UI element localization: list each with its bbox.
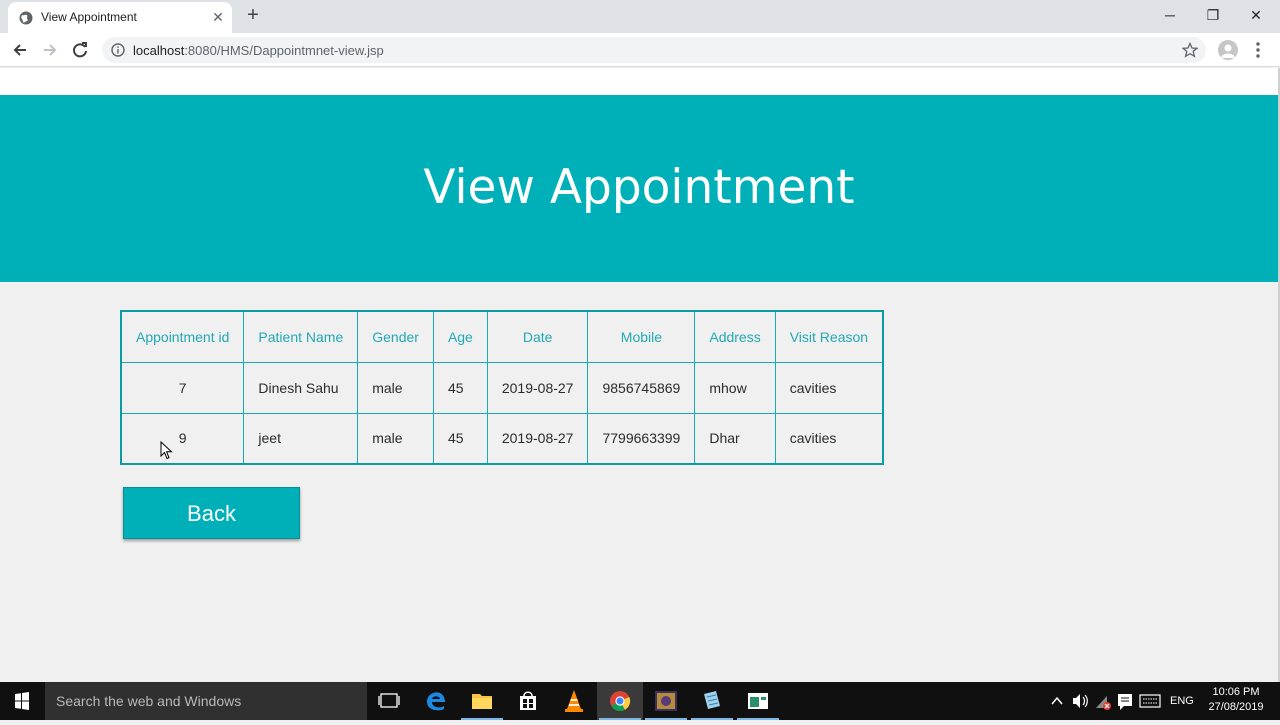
- taskbar-search-placeholder: Search the web and Windows: [56, 693, 242, 709]
- appointments-table: Appointment id Patient Name Gender Age D…: [120, 310, 885, 465]
- url-host: localhost: [133, 43, 185, 58]
- url-text: localhost:8080/HMS/Dappointmnet-view.jsp: [133, 43, 384, 58]
- tab-title: View Appointment: [41, 10, 137, 24]
- forward-arrow-icon[interactable]: [39, 39, 61, 61]
- vlc-app[interactable]: [551, 682, 597, 720]
- cell-appointment-id: 9: [120, 412, 245, 465]
- volume-icon[interactable]: [1070, 682, 1090, 720]
- keyboard-icon[interactable]: [1138, 682, 1162, 720]
- window-app[interactable]: [735, 682, 781, 720]
- page-title: View Appointment: [423, 160, 855, 215]
- table-header-row: Appointment id Patient Name Gender Age D…: [120, 310, 884, 363]
- cell-mobile: 7799663399: [587, 412, 696, 465]
- cell-date: 2019-08-27: [486, 361, 589, 414]
- window-app-icon: [748, 693, 768, 709]
- back-button[interactable]: Back: [123, 487, 300, 539]
- browser-menu-icon[interactable]: [1252, 41, 1264, 59]
- table-row: 9 jeet male 45 2019-08-27 7799663399 Dha…: [120, 412, 884, 465]
- edge-browser-icon[interactable]: [413, 682, 459, 720]
- cell-gender: male: [357, 361, 434, 414]
- browser-tab[interactable]: View Appointment ✕: [8, 2, 232, 33]
- cell-address: Dhar: [694, 412, 776, 465]
- column-header: Patient Name: [243, 310, 359, 363]
- network-status-icon[interactable]: [1093, 682, 1113, 720]
- globe-icon: [19, 11, 33, 25]
- windows-taskbar: Search the web and Windows ENG 10:06 PM …: [0, 682, 1280, 720]
- vlc-cone-icon: [565, 690, 583, 712]
- taskbar-clock[interactable]: 10:06 PM 27/08/2019: [1200, 685, 1272, 715]
- cell-address: mhow: [694, 361, 776, 414]
- tray-chevron-up-icon[interactable]: [1048, 682, 1066, 720]
- chrome-app[interactable]: [597, 682, 643, 720]
- back-arrow-icon[interactable]: [9, 39, 31, 61]
- notes-app-icon: [704, 691, 720, 709]
- table-row: 7 Dinesh Sahu male 45 2019-08-27 9856745…: [120, 361, 884, 414]
- chrome-icon: [610, 691, 631, 712]
- url-path: :8080/HMS/Dappointmnet-view.jsp: [184, 43, 384, 58]
- column-header: Gender: [357, 310, 434, 363]
- clock-time: 10:06 PM: [1212, 686, 1260, 698]
- reload-icon[interactable]: [69, 39, 91, 61]
- info-icon[interactable]: [111, 43, 125, 57]
- column-header: Address: [694, 310, 776, 363]
- close-tab-icon[interactable]: ✕: [210, 9, 226, 25]
- store-icon[interactable]: [505, 682, 551, 720]
- browser-tab-strip: View Appointment ✕ + ─ ❐ ✕: [0, 0, 1280, 33]
- top-strip: [0, 68, 1278, 95]
- cell-visit-reason: cavities: [774, 361, 884, 414]
- restore-icon[interactable]: ❐: [1201, 4, 1225, 26]
- language-indicator[interactable]: ENG: [1170, 682, 1194, 720]
- cell-gender: male: [357, 412, 434, 465]
- file-explorer-app[interactable]: [459, 682, 505, 720]
- column-header: Age: [432, 310, 488, 363]
- action-center-icon[interactable]: [1115, 682, 1135, 720]
- page-viewport: View Appointment Appointment id Patient …: [0, 68, 1278, 682]
- bookmark-star-icon[interactable]: [1182, 42, 1198, 58]
- column-header: Visit Reason: [774, 310, 884, 363]
- profile-avatar-icon[interactable]: [1218, 40, 1238, 60]
- clock-date: 27/08/2019: [1208, 701, 1264, 713]
- taskbar-search-box[interactable]: Search the web and Windows: [45, 682, 367, 720]
- minimize-icon[interactable]: ─: [1158, 4, 1182, 26]
- notes-app[interactable]: [689, 682, 735, 720]
- cell-date: 2019-08-27: [486, 412, 589, 465]
- media-app[interactable]: [643, 682, 689, 720]
- address-bar[interactable]: localhost:8080/HMS/Dappointmnet-view.jsp: [102, 37, 1206, 63]
- close-window-icon[interactable]: ✕: [1244, 4, 1268, 26]
- mouse-cursor-icon: [160, 441, 173, 460]
- cell-appointment-id: 7: [120, 361, 245, 414]
- browser-toolbar: localhost:8080/HMS/Dappointmnet-view.jsp: [0, 33, 1280, 67]
- cell-age: 45: [432, 361, 488, 414]
- windows-start-icon[interactable]: [0, 682, 44, 720]
- file-explorer-icon: [472, 694, 492, 709]
- column-header: Appointment id: [120, 310, 245, 363]
- cell-patient-name: jeet: [243, 412, 359, 465]
- cell-age: 45: [432, 412, 488, 465]
- column-header: Mobile: [587, 310, 696, 363]
- media-app-icon: [655, 691, 677, 711]
- new-tab-icon[interactable]: +: [244, 5, 262, 25]
- task-view-icon[interactable]: [366, 682, 412, 720]
- cell-visit-reason: cavities: [774, 412, 884, 465]
- column-header: Date: [486, 310, 589, 363]
- cell-mobile: 9856745869: [587, 361, 696, 414]
- cell-patient-name: Dinesh Sahu: [243, 361, 359, 414]
